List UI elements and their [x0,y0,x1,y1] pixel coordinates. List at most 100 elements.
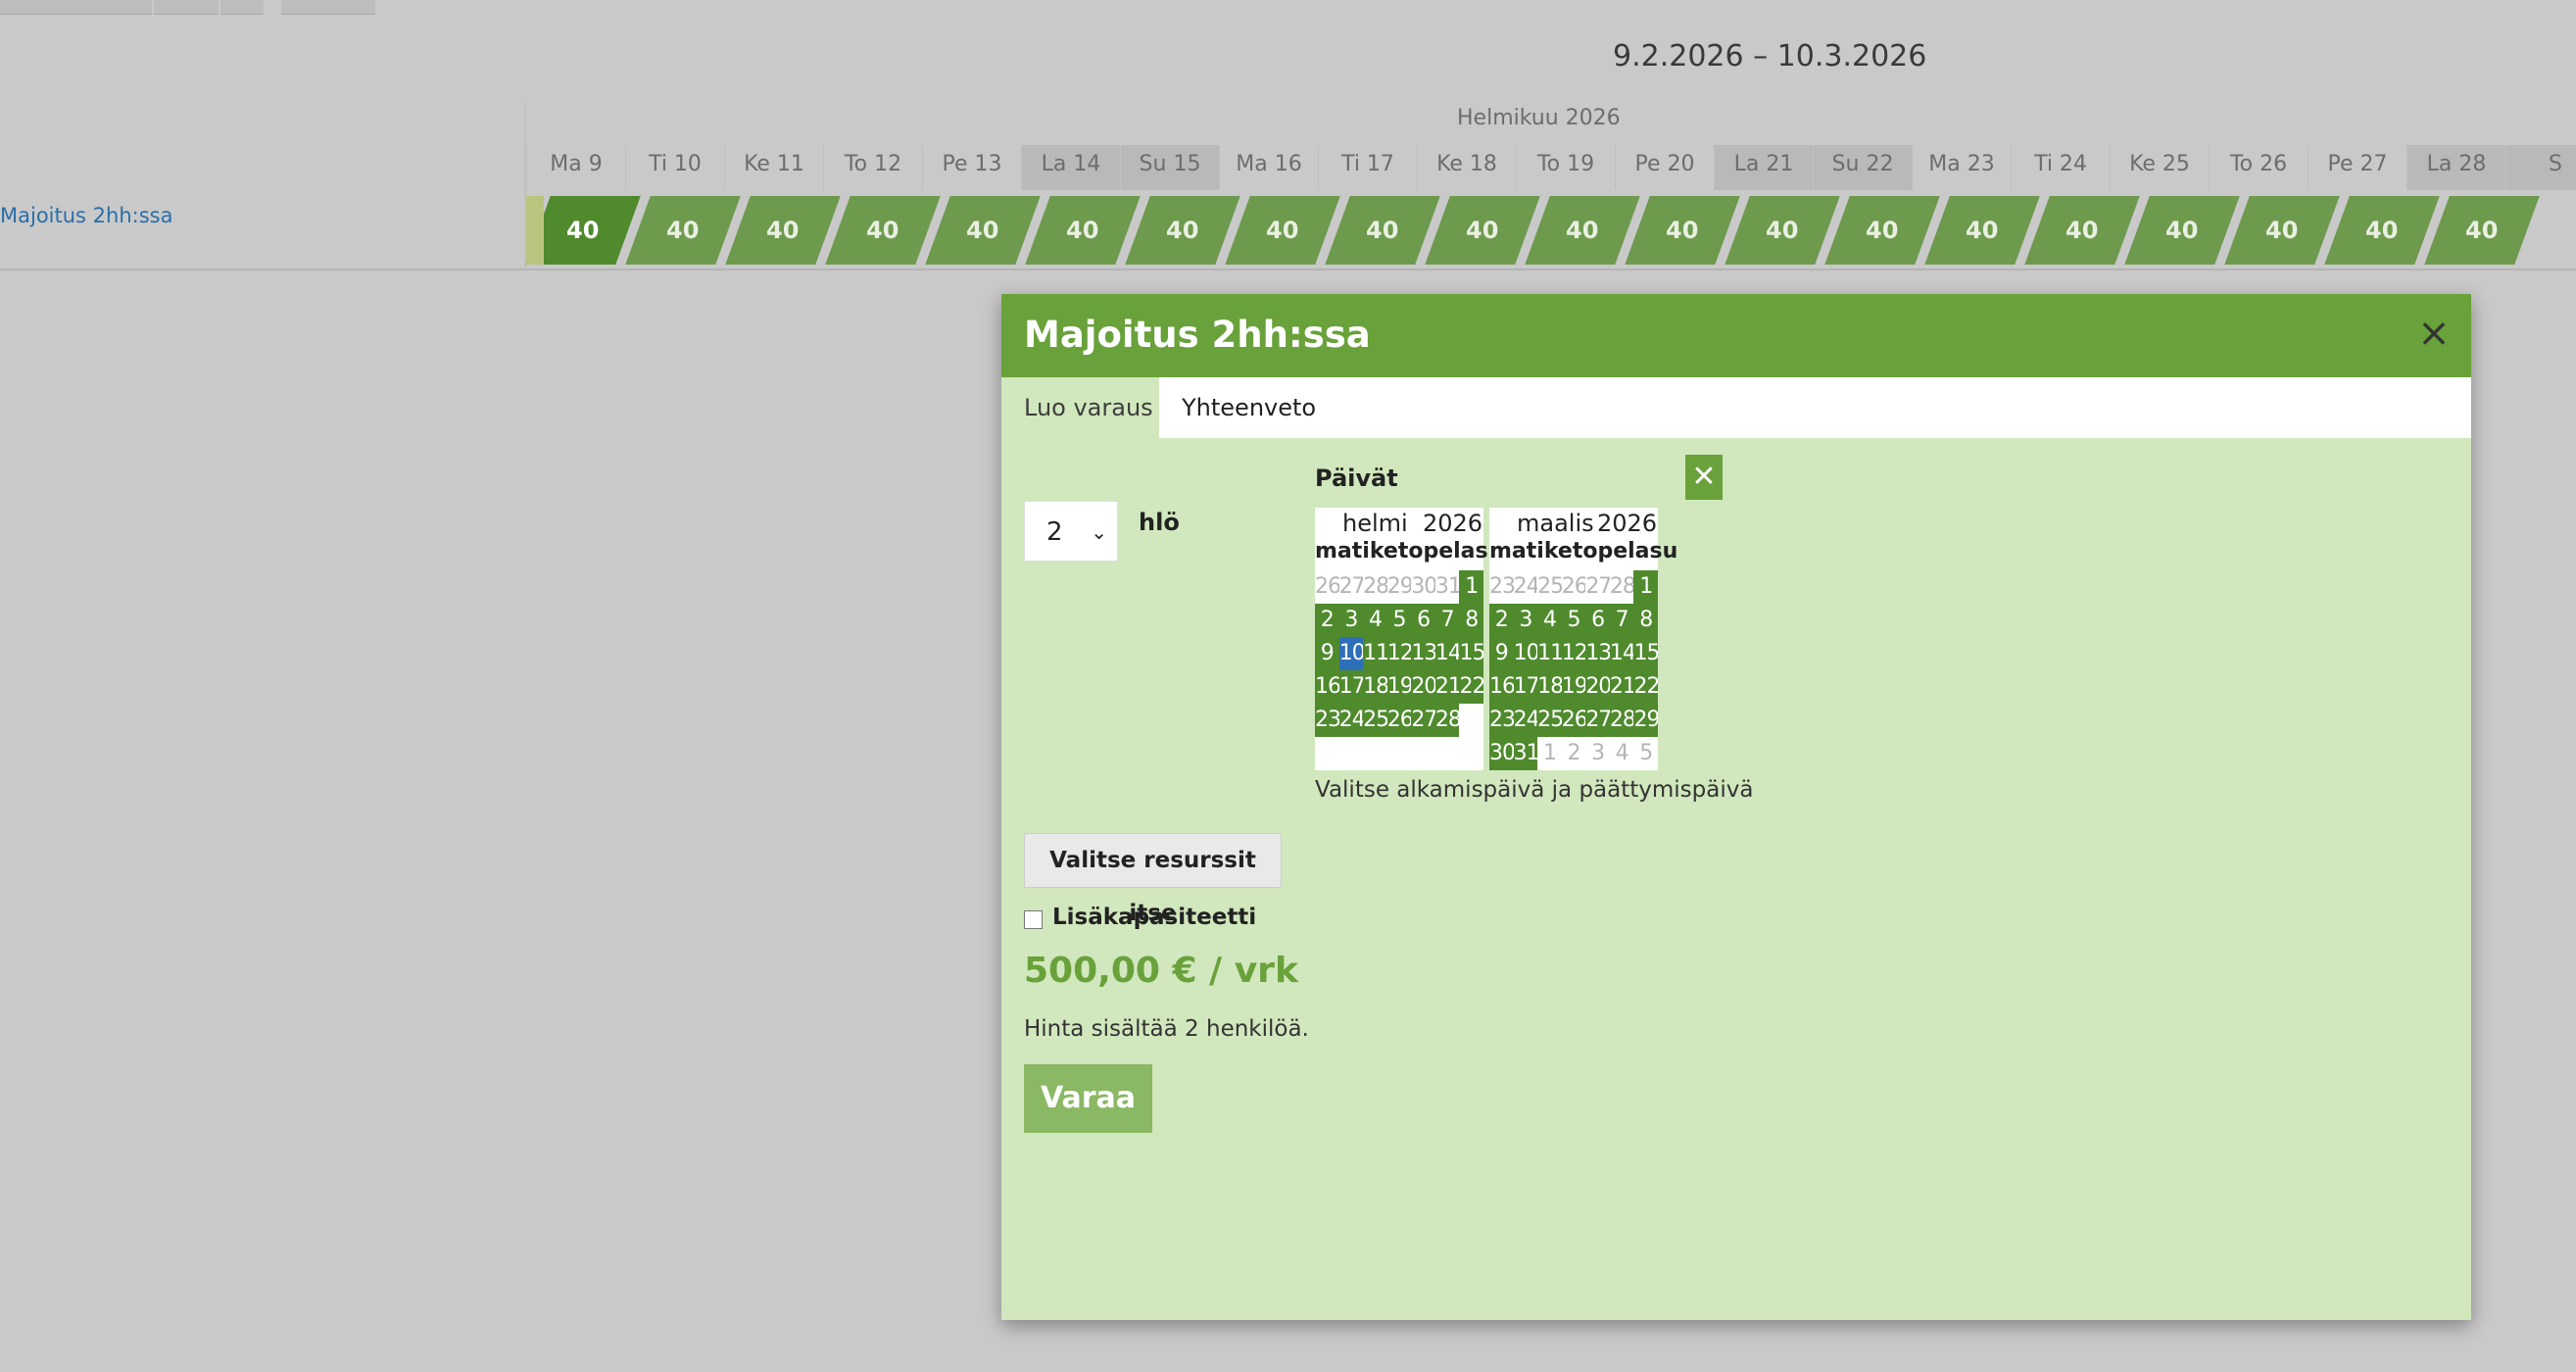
calendar-day[interactable]: 30 [1411,570,1435,604]
calendar-day[interactable]: 5 [1633,737,1659,770]
calendar-day[interactable]: 29 [1386,570,1412,604]
calendar-day[interactable]: 8 [1633,604,1659,637]
calendar-day[interactable]: 18 [1363,670,1387,704]
calendar-day[interactable]: 11 [1537,637,1562,670]
calendar-day[interactable]: 24 [1513,570,1538,604]
calendar-day[interactable]: 6 [1411,604,1435,637]
calendar-day[interactable]: 21 [1434,670,1460,704]
availability-cell[interactable]: 40 [1225,196,1340,265]
calendar-day[interactable]: 21 [1609,670,1634,704]
calendar-day[interactable]: 20 [1585,670,1610,704]
calendar-day[interactable]: 14 [1609,637,1634,670]
calendar-day[interactable]: 15 [1633,637,1659,670]
availability-cell[interactable]: 40 [1924,196,2040,265]
tab-create-booking[interactable]: Luo varaus [1001,377,1159,438]
toolbar-button[interactable] [281,0,375,15]
calendar-day[interactable]: 28 [1363,570,1387,604]
calendar-day[interactable]: 23 [1315,704,1339,737]
calendar-day[interactable]: 2 [1315,604,1339,637]
calendar-day[interactable]: 12 [1561,637,1586,670]
calendar-day[interactable]: 31 [1513,737,1538,770]
calendar-day[interactable]: 27 [1585,704,1610,737]
calendar-day[interactable]: 19 [1386,670,1412,704]
availability-cell[interactable]: 40 [625,196,741,265]
availability-cell[interactable]: 40 [725,196,841,265]
book-button[interactable]: Varaa [1024,1064,1152,1133]
calendar-day[interactable]: 1 [1633,570,1659,604]
availability-cell[interactable]: 40 [1025,196,1141,265]
calendar-day[interactable]: 3 [1338,604,1364,637]
availability-cell[interactable]: 40 [2424,196,2540,265]
availability-cell[interactable]: 40 [1325,196,1440,265]
close-icon[interactable]: × [2416,314,2452,353]
calendar-day[interactable]: 13 [1585,637,1610,670]
calendar-day[interactable]: 26 [1561,704,1586,737]
tab-summary[interactable]: Yhteenveto [1159,377,2471,438]
calendar-day[interactable]: 2 [1489,604,1514,637]
persons-select[interactable]: 2 ⌄ [1024,501,1118,562]
calendar-day[interactable]: 25 [1537,570,1562,604]
calendar-day[interactable]: 10 [1513,637,1538,670]
calendar-day[interactable]: 23 [1489,570,1514,604]
calendar-month[interactable]: helmi [1342,510,1408,537]
calendar-day[interactable]: 27 [1585,570,1610,604]
calendar-day[interactable]: 25 [1537,704,1562,737]
availability-cell[interactable]: 40 [2124,196,2240,265]
availability-cell[interactable]: 40 [2024,196,2140,265]
toolbar-button[interactable] [154,0,219,15]
calendar-day[interactable]: 16 [1315,670,1339,704]
calendar-day[interactable]: 22 [1633,670,1659,704]
calendar-day[interactable]: 27 [1411,704,1435,737]
calendar-day[interactable]: 5 [1386,604,1412,637]
calendar-month[interactable]: maalis [1517,510,1594,537]
calendar-day[interactable]: 11 [1363,637,1387,670]
calendar-day[interactable]: 17 [1338,670,1364,704]
calendar-day[interactable]: 31 [1434,570,1460,604]
calendar-day[interactable]: 18 [1537,670,1562,704]
calendar-year[interactable]: 2026 [1597,510,1657,537]
calendar-day[interactable]: 30 [1489,737,1514,770]
calendar-day[interactable]: 7 [1434,604,1460,637]
toolbar-button[interactable] [220,0,264,15]
availability-cell[interactable]: 40 [1425,196,1540,265]
calendar-day[interactable]: 25 [1363,704,1387,737]
calendar-day[interactable]: 8 [1459,604,1484,637]
calendar-day[interactable]: 4 [1609,737,1634,770]
calendar-day[interactable]: 19 [1561,670,1586,704]
availability-cell[interactable]: 40 [1625,196,1740,265]
availability-cell[interactable]: 40 [1125,196,1240,265]
calendar-day[interactable]: 3 [1513,604,1538,637]
calendar-day[interactable]: 24 [1338,704,1364,737]
availability-cell[interactable]: 40 [825,196,941,265]
availability-cell[interactable]: 40 [1525,196,1640,265]
calendar-day[interactable]: 26 [1386,704,1412,737]
availability-cell[interactable]: 40 [1824,196,1940,265]
calendar-day[interactable]: 16 [1489,670,1514,704]
calendar-day[interactable]: 28 [1609,570,1634,604]
calendar-day[interactable]: 22 [1459,670,1484,704]
calendar-day[interactable]: 1 [1537,737,1562,770]
calendar-day[interactable]: 9 [1315,637,1339,670]
calendar-day[interactable]: 3 [1585,737,1610,770]
calendar-day[interactable]: 26 [1561,570,1586,604]
availability-cell[interactable]: 40 [925,196,1041,265]
calendar-day[interactable]: 2 [1561,737,1586,770]
calendar-day[interactable]: 13 [1411,637,1435,670]
calendar-day[interactable]: 27 [1338,570,1364,604]
calendar-day[interactable]: 14 [1434,637,1460,670]
calendar-day[interactable]: 5 [1561,604,1586,637]
calendar-day[interactable]: 1 [1459,570,1484,604]
calendar-day[interactable]: 23 [1489,704,1514,737]
calendar-day[interactable]: 7 [1609,604,1634,637]
calendar-year[interactable]: 2026 [1423,510,1482,537]
availability-cell[interactable]: 40 [2324,196,2440,265]
calendar-day[interactable]: 28 [1609,704,1634,737]
calendar-day[interactable]: 20 [1411,670,1435,704]
calendar-day[interactable]: 28 [1434,704,1460,737]
calendar-day[interactable]: 24 [1513,704,1538,737]
calendar-day[interactable]: 4 [1537,604,1562,637]
calendar-day[interactable]: 17 [1513,670,1538,704]
availability-cell[interactable]: 40 [1725,196,1840,265]
calendar-day[interactable]: 29 [1633,704,1659,737]
extra-capacity-checkbox[interactable] [1024,910,1043,929]
